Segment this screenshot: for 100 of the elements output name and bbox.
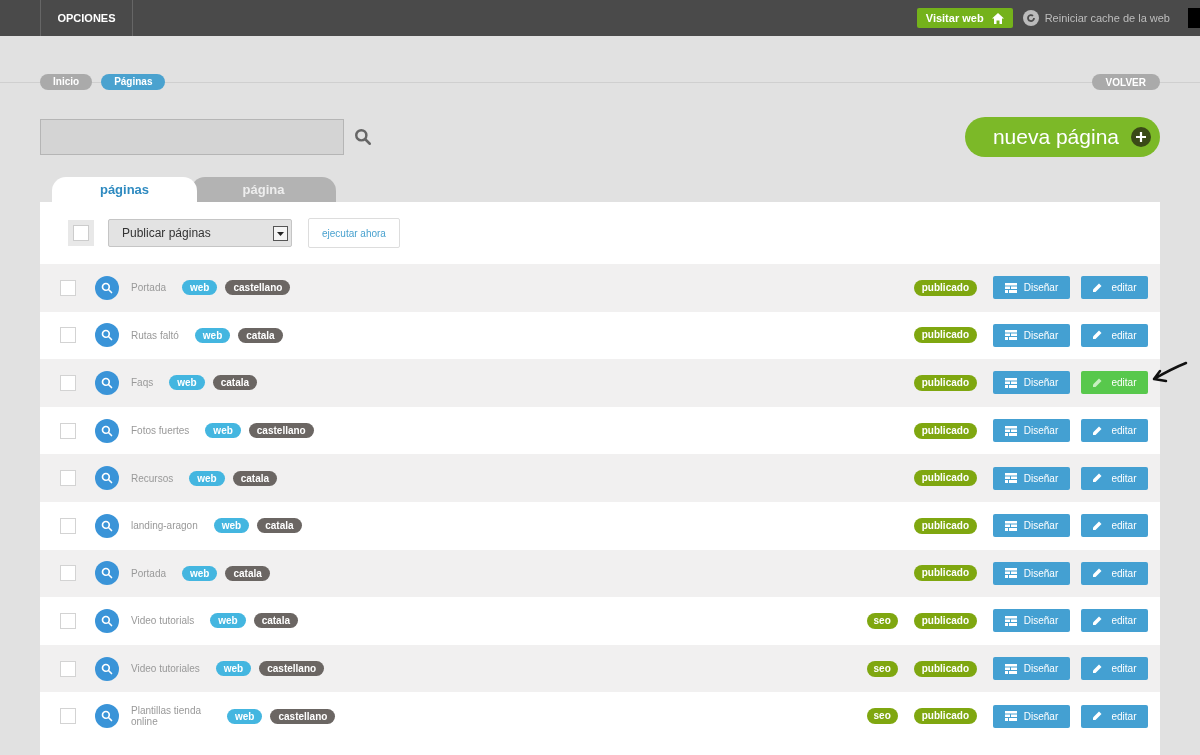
magnifier-icon xyxy=(101,662,113,675)
breadcrumb[interactable]: Inicio xyxy=(40,74,93,90)
tag: web xyxy=(182,280,218,296)
edit-button[interactable]: editar xyxy=(1081,657,1148,681)
design-button[interactable]: Diseñar xyxy=(993,561,1070,585)
design-button[interactable]: Diseñar xyxy=(993,514,1070,538)
edit-button[interactable]: editar xyxy=(1081,371,1148,395)
visit-web-button[interactable]: Visitar web xyxy=(916,8,1013,28)
preview-button[interactable] xyxy=(95,466,119,491)
layout-icon xyxy=(1004,282,1017,293)
magnifier-icon xyxy=(101,377,113,389)
preview-button[interactable] xyxy=(95,323,119,348)
pencil-icon xyxy=(1092,520,1103,531)
layout-icon xyxy=(1004,330,1017,341)
tag: catala xyxy=(225,565,270,581)
row-checkbox[interactable] xyxy=(60,422,76,439)
design-button[interactable]: Diseñar xyxy=(993,657,1070,681)
tag: catala xyxy=(238,327,283,343)
preview-button[interactable] xyxy=(95,275,119,300)
edit-button[interactable]: editar xyxy=(1081,323,1148,347)
magnifier-icon xyxy=(101,567,113,580)
layout-icon xyxy=(1004,520,1017,531)
preview-button[interactable] xyxy=(95,656,119,681)
home-icon xyxy=(991,12,1004,24)
row-checkbox[interactable] xyxy=(60,708,76,725)
page-name: Plantillas tienda online xyxy=(131,705,203,728)
row-checkbox[interactable] xyxy=(60,375,76,391)
preview-button[interactable] xyxy=(95,608,119,633)
run-now-button[interactable]: ejecutar ahora xyxy=(308,218,400,248)
edit-button[interactable]: editar xyxy=(1081,466,1148,490)
design-button[interactable]: Diseñar xyxy=(993,419,1070,443)
back-button[interactable]: VOLVER xyxy=(1091,74,1160,90)
pencil-icon xyxy=(1092,425,1103,436)
preview-button[interactable] xyxy=(95,371,119,395)
page-name: Rutas faltó xyxy=(131,329,179,341)
design-button[interactable]: Diseñar xyxy=(993,466,1070,490)
design-button[interactable]: Diseñar xyxy=(993,276,1070,300)
page-name: Recursos xyxy=(131,472,174,484)
tag: castellano xyxy=(225,280,291,296)
menu-item[interactable]: OPCIONES xyxy=(57,9,116,27)
edit-button[interactable]: editar xyxy=(1081,609,1148,633)
design-button[interactable]: Diseñar xyxy=(993,323,1070,347)
tab[interactable]: páginas xyxy=(52,177,197,202)
select-all-checkbox[interactable] xyxy=(73,225,89,241)
row-checkbox[interactable] xyxy=(60,279,76,296)
tag: web xyxy=(169,375,205,391)
preview-button[interactable] xyxy=(95,418,119,443)
breadcrumb[interactable]: Páginas xyxy=(101,74,166,90)
layout-icon xyxy=(1004,473,1017,484)
layout-icon xyxy=(1004,711,1017,722)
edit-button[interactable]: editar xyxy=(1081,704,1148,728)
edit-button[interactable]: editar xyxy=(1081,419,1148,443)
edit-button[interactable]: editar xyxy=(1081,561,1148,585)
status-badge: publicado xyxy=(913,565,977,582)
search-field[interactable] xyxy=(40,119,344,155)
page-name: Video tutorials xyxy=(131,615,195,627)
seo-badge: seo xyxy=(866,612,898,629)
status-badge: publicado xyxy=(913,612,977,629)
refresh-icon xyxy=(1022,10,1039,26)
row-checkbox[interactable] xyxy=(60,612,76,629)
magnifier-icon xyxy=(101,614,113,627)
row-checkbox[interactable] xyxy=(60,565,76,582)
status-badge: publicado xyxy=(913,327,977,344)
preview-button[interactable] xyxy=(95,704,119,729)
status-badge: publicado xyxy=(913,279,977,296)
preview-button[interactable] xyxy=(95,513,119,538)
edit-button[interactable]: editar xyxy=(1081,276,1148,300)
magnifier-icon xyxy=(101,329,113,342)
pencil-icon xyxy=(1092,330,1103,341)
row-checkbox[interactable] xyxy=(60,470,76,487)
row-checkbox[interactable] xyxy=(60,517,76,534)
layout-icon xyxy=(1004,378,1017,388)
tag: castellano xyxy=(259,661,325,677)
edit-button[interactable]: editar xyxy=(1081,514,1148,538)
action-dropdown[interactable]: Publicar páginas xyxy=(108,219,292,247)
tag: web xyxy=(182,565,218,581)
tag: catala xyxy=(253,613,298,629)
tag: castellano xyxy=(270,708,336,724)
reset-cache-link[interactable]: Reiniciar cache de la web xyxy=(1044,9,1170,27)
plus-icon xyxy=(1131,127,1151,147)
pencil-icon xyxy=(1092,282,1103,293)
pencil-icon xyxy=(1092,473,1103,484)
layout-icon xyxy=(1004,663,1017,674)
design-button[interactable]: Diseñar xyxy=(993,704,1070,728)
status-badge: publicado xyxy=(913,470,977,487)
status-badge: publicado xyxy=(913,422,977,439)
pencil-icon xyxy=(1092,378,1103,388)
seo-badge: seo xyxy=(866,660,898,677)
page-name: Portada xyxy=(131,567,167,579)
design-button[interactable]: Diseñar xyxy=(993,371,1070,395)
status-badge: publicado xyxy=(913,708,977,725)
tag: web xyxy=(205,423,241,439)
preview-button[interactable] xyxy=(95,561,119,586)
row-checkbox[interactable] xyxy=(60,660,76,677)
new-page-button[interactable]: nueva página xyxy=(964,117,1160,157)
design-button[interactable]: Diseñar xyxy=(993,609,1070,633)
pencil-icon xyxy=(1092,615,1103,626)
search-icon xyxy=(354,128,372,146)
row-checkbox[interactable] xyxy=(60,327,76,344)
tag: web xyxy=(210,613,246,629)
